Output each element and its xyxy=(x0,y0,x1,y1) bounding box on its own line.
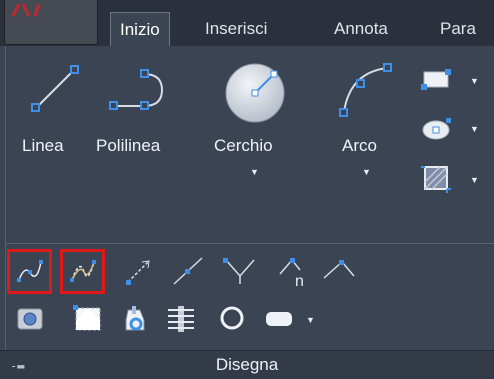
panel-title: Disegna xyxy=(215,355,279,374)
tab-parametric[interactable]: Para xyxy=(431,12,485,46)
multiline-icon[interactable] xyxy=(222,256,258,286)
divide-icon[interactable] xyxy=(322,256,358,286)
arc-icon xyxy=(339,63,392,117)
rectangle-dropdown-caret-icon[interactable]: ▼ xyxy=(470,76,479,86)
ribbon-tab-bar: Inizio Inserisci Annota Para xyxy=(0,0,494,46)
line-icon xyxy=(31,65,79,112)
line-label: Linea xyxy=(22,136,64,155)
arc-dropdown-caret-icon[interactable]: ▼ xyxy=(362,167,371,177)
hatch-n-icon[interactable]: n xyxy=(278,254,312,288)
circle-dropdown-caret-icon[interactable]: ▼ xyxy=(250,167,259,177)
tab-inserisci[interactable]: Inserisci xyxy=(196,12,276,46)
revision-cloud-icon[interactable] xyxy=(118,302,152,336)
circle-label: Cerchio xyxy=(214,136,273,155)
app-logo-icon xyxy=(11,3,41,17)
wipeout-icon[interactable] xyxy=(72,304,104,334)
ray-icon[interactable] xyxy=(124,258,154,286)
ellipse-dropdown-caret-icon[interactable]: ▼ xyxy=(470,124,479,134)
table-icon[interactable] xyxy=(166,304,198,334)
application-menu-button[interactable] xyxy=(4,0,98,45)
tab-annota[interactable]: Annota xyxy=(325,12,397,46)
more-dropdown-caret-icon[interactable]: ▼ xyxy=(306,315,315,325)
arc-label: Arco xyxy=(342,136,377,155)
tab-inizio[interactable]: Inizio xyxy=(110,12,170,46)
region-icon[interactable] xyxy=(16,306,44,332)
donut-icon[interactable] xyxy=(218,304,246,332)
spline-cv-icon[interactable] xyxy=(68,256,98,286)
panel-footer[interactable]: -▬ Disegna xyxy=(0,350,494,379)
rectangle-icon xyxy=(421,69,451,90)
more-icon[interactable] xyxy=(262,308,298,330)
circle-icon xyxy=(225,63,285,123)
construction-line-icon[interactable] xyxy=(172,256,204,286)
ellipse-icon xyxy=(422,118,451,140)
polyline-label: Polilinea xyxy=(96,136,161,155)
hatch-dropdown-caret-icon[interactable]: ▼ xyxy=(470,175,479,185)
hatch-n-label: n xyxy=(295,273,304,288)
hatch-icon xyxy=(421,166,451,193)
panel-divider xyxy=(6,243,494,244)
spline-fit-icon[interactable] xyxy=(15,256,45,286)
polyline-icon xyxy=(109,69,164,110)
